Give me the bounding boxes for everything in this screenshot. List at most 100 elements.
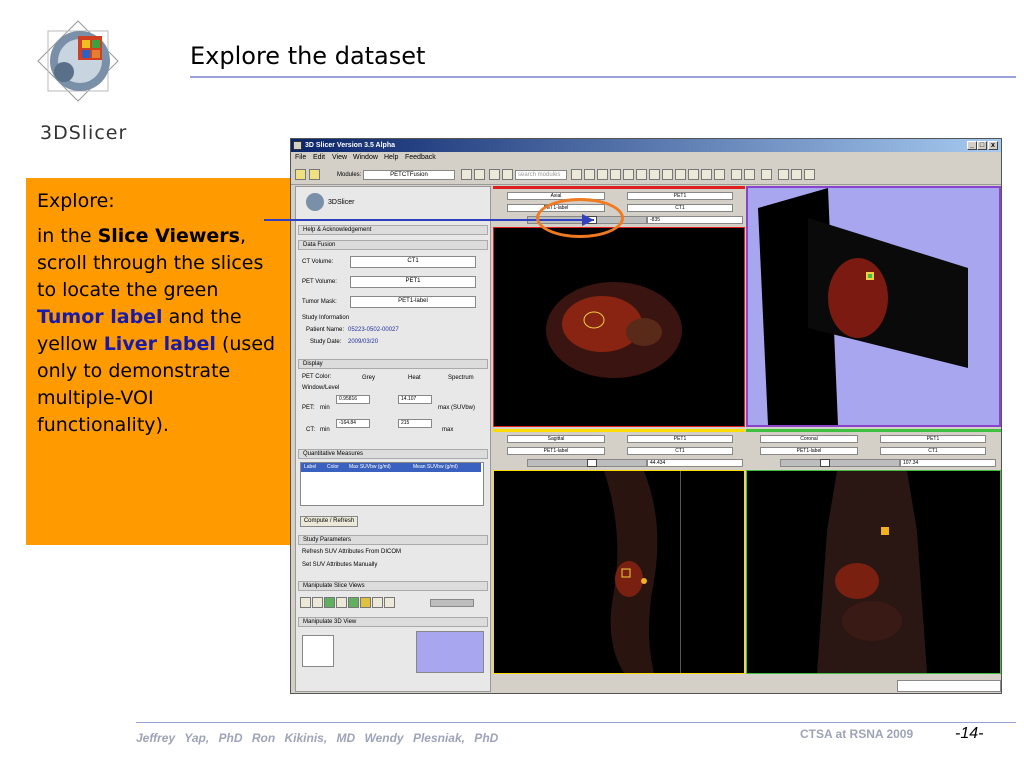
load-scene-icon[interactable] [295,169,306,180]
compute-refresh-button[interactable]: Compute / Refresh [300,516,358,527]
3d-rendering [758,188,968,425]
sagittal-slice-offset[interactable]: 44.434 [647,459,743,467]
display-header[interactable]: Display [298,359,488,369]
module-history-icon[interactable] [489,169,500,180]
toolbar-tool-icon[interactable] [701,169,712,180]
coronal-orientation-select[interactable]: Coronal [760,435,858,443]
ct-min-input[interactable]: -164.84 [336,419,370,428]
toolbar-tool-icon[interactable] [791,169,802,180]
toolbar-tool-icon[interactable] [584,169,595,180]
coronal-bg-select[interactable]: CT1 [880,447,986,455]
sagittal-ct-pet-image [604,471,681,673]
coronal-slice-slider[interactable] [780,459,900,467]
col-max-suv[interactable]: Max SUVbw (g/ml) [349,463,391,472]
save-scene-icon[interactable] [309,169,320,180]
sagittal-label-select[interactable]: PET1-label [507,447,605,455]
toolbar-tool-icon[interactable] [649,169,660,180]
toolbar-tool-icon[interactable] [597,169,608,180]
manipulate-3d-header[interactable]: Manipulate 3D View [298,617,488,627]
module-panel: 3DSlicer Help & Acknowledgement Data Fus… [295,186,491,692]
ct-wl-label: CT: [306,427,315,433]
sagittal-orientation-select[interactable]: Sagittal [507,435,605,443]
menu-edit[interactable]: Edit [313,154,325,161]
quantitative-header[interactable]: Quantitative Measures [298,449,488,459]
axial-bg-select[interactable]: CT1 [627,204,733,212]
toolbar-tool-icon[interactable] [744,169,755,180]
refresh-suv-dropdown[interactable]: Refresh SUV Attributes From DICOM [302,549,401,555]
study-info-label: Study Information [302,315,350,321]
toolbar-tool-icon[interactable] [688,169,699,180]
sagittal-bg-select[interactable]: CT1 [627,447,733,455]
toolbar-tool-icon[interactable] [675,169,686,180]
coronal-slice-view[interactable] [746,470,1001,674]
study-params-header[interactable]: Study Parameters [298,535,488,545]
layout-icon[interactable] [324,597,335,608]
heat-radio[interactable]: Heat [408,375,421,381]
toolbar-tool-icon[interactable] [571,169,582,180]
menu-window[interactable]: Window [353,154,378,161]
layout-icon[interactable] [312,597,323,608]
coronal-label-select[interactable]: PET1-label [760,447,858,455]
next-module-icon[interactable] [474,169,485,180]
toolbar-tool-icon[interactable] [778,169,789,180]
toolbar-tool-icon[interactable] [804,169,815,180]
menu-feedback[interactable]: Feedback [405,154,436,161]
3d-view-thumbnail[interactable] [416,631,484,673]
patient-name-label: Patient Name: [306,327,345,333]
toolbar-tool-icon[interactable] [623,169,634,180]
layout-icon[interactable] [372,597,383,608]
axial-fg-select[interactable]: PET1 [627,192,733,200]
search-modules-input[interactable]: search modules [515,170,567,180]
help-section-header[interactable]: Help & Acknowledgement [298,225,488,235]
maximize-button[interactable]: □ [977,141,987,150]
menu-file[interactable]: File [295,154,306,161]
prev-module-icon[interactable] [461,169,472,180]
pet-max-input[interactable]: 14.107 [398,395,432,404]
ct-max-input[interactable]: 215 [398,419,432,428]
col-label[interactable]: Label [304,463,316,472]
pet-wl-label: PET: [302,405,315,411]
sagittal-slice-view[interactable] [493,470,745,674]
close-button[interactable]: x [988,141,998,150]
toolbar-tool-icon[interactable] [731,169,742,180]
orientation-widget-icon[interactable] [302,635,334,667]
menu-help[interactable]: Help [384,154,398,161]
layout-icon[interactable] [360,597,371,608]
sagittal-fg-select[interactable]: PET1 [627,435,733,443]
toolbar-tool-icon[interactable] [714,169,725,180]
tumor-mask-select[interactable]: PET1-label [350,296,476,308]
explore-text-1: in the [37,225,98,247]
layout-icon[interactable] [336,597,347,608]
layout-icon[interactable] [300,597,311,608]
toolbar-tool-icon[interactable] [610,169,621,180]
layout-icon[interactable] [348,597,359,608]
manipulate-slice-header[interactable]: Manipulate Slice Views [298,581,488,591]
explore-heading: Explore: [37,190,115,212]
pet-volume-select[interactable]: PET1 [350,276,476,288]
coronal-slice-offset[interactable]: 107.34 [900,459,996,467]
coronal-slice-slider-handle[interactable] [820,459,830,467]
layout-icon[interactable] [384,597,395,608]
3d-view[interactable] [746,186,1001,427]
set-suv-dropdown[interactable]: Set SUV Attributes Manually [302,562,377,568]
toolbar-tool-icon[interactable] [636,169,647,180]
pet-max-label: max (SUVbw) [438,405,476,411]
toolbar-tool-icon[interactable] [761,169,772,180]
menu-view[interactable]: View [332,154,347,161]
axial-slice-offset[interactable]: -835 [647,216,743,224]
slice-view-slider[interactable] [430,599,474,607]
sagittal-slice-slider-handle[interactable] [587,459,597,467]
coronal-fg-select[interactable]: PET1 [880,435,986,443]
col-color[interactable]: Color [327,463,339,472]
toolbar-tool-icon[interactable] [662,169,673,180]
col-mean-suv[interactable]: Mean SUVbw (g/ml) [413,463,458,472]
spectrum-radio[interactable]: Spectrum [448,375,474,381]
pet-min-input[interactable]: 0.95816 [336,395,370,404]
axial-slice-view[interactable] [493,227,745,427]
search-icon[interactable] [502,169,513,180]
ct-volume-select[interactable]: CT1 [350,256,476,268]
grey-radio[interactable]: Grey [362,375,375,381]
module-select[interactable]: PETCTFusion [363,170,455,180]
data-fusion-header[interactable]: Data Fusion [298,240,488,250]
minimize-button[interactable]: _ [967,141,977,150]
